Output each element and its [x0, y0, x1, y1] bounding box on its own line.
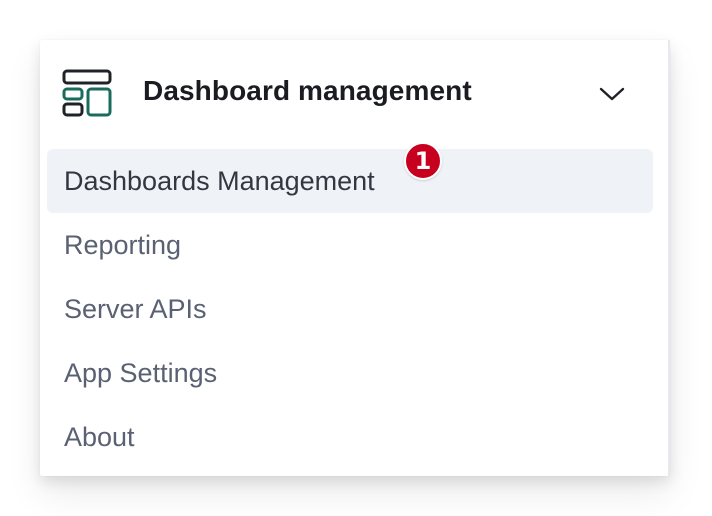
nav-item-label: About [64, 422, 135, 452]
dashboard-layout-icon [62, 69, 112, 117]
dashboard-management-panel: Dashboard management Dashboards Manageme… [40, 40, 670, 476]
screenshot-stage: Dashboard management Dashboards Manageme… [0, 0, 712, 516]
nav-item-app-settings[interactable]: App Settings [47, 341, 653, 405]
step-number-badge: 1 [404, 142, 442, 180]
nav-item-dashboards-management[interactable]: Dashboards Management 1 [47, 142, 653, 213]
panel-header-toggle[interactable]: Dashboard management [40, 40, 670, 146]
panel-title: Dashboard management [143, 75, 472, 106]
management-nav-list: Dashboards Management 1 Reporting Server… [47, 142, 653, 469]
chevron-down-icon[interactable] [598, 80, 626, 108]
nav-item-label: Reporting [64, 230, 182, 260]
nav-item-about[interactable]: About [47, 405, 653, 469]
nav-item-reporting[interactable]: Reporting [47, 213, 653, 277]
nav-item-label: Dashboards Management [64, 166, 375, 196]
nav-item-label: Server APIs [64, 294, 207, 324]
nav-item-server-apis[interactable]: Server APIs [47, 277, 653, 341]
nav-item-label: App Settings [64, 358, 218, 388]
